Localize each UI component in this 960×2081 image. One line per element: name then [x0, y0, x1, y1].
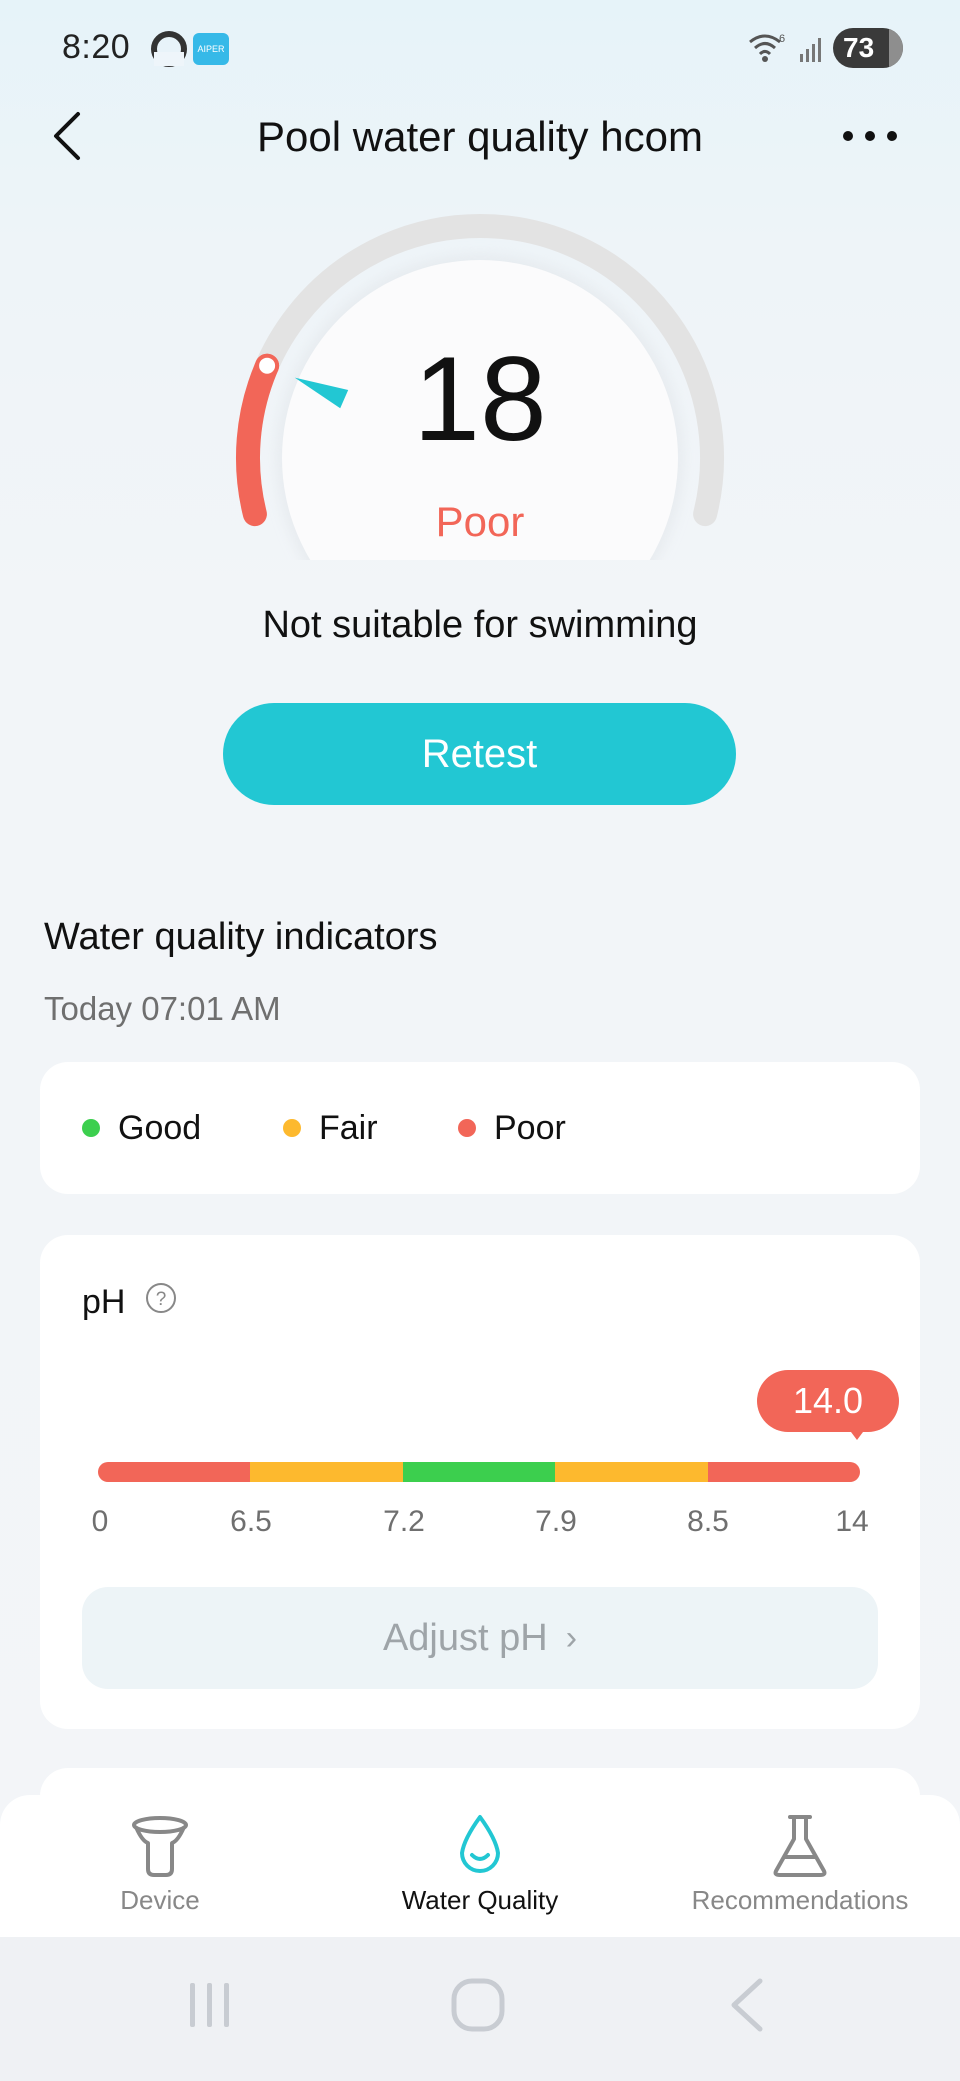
ph-label: pH	[82, 1283, 126, 1321]
ph-tick: 8.5	[687, 1505, 729, 1538]
tab-device-label: Device	[120, 1885, 200, 1915]
quality-message: Not suitable for swimming	[262, 604, 698, 646]
legend-dot-good	[82, 1119, 100, 1137]
quality-score: 18	[413, 332, 547, 466]
battery-icon: 73	[833, 28, 903, 68]
app-ring-icon	[151, 31, 187, 67]
wifi-6-icon: 6	[749, 33, 785, 62]
section-title: Water quality indicators	[44, 916, 438, 958]
quality-grade: Poor	[435, 498, 525, 545]
chevron-right-icon: ›	[565, 1618, 578, 1657]
skimmer-device-icon	[132, 1816, 188, 1877]
ph-segment-fair-low	[250, 1462, 403, 1482]
ph-tick: 7.2	[383, 1505, 425, 1538]
tab-recommendations-label: Recommendations	[691, 1885, 909, 1915]
status-time: 8:20	[62, 28, 131, 66]
ph-range-bar	[98, 1462, 860, 1482]
ph-segment-poor-high	[707, 1462, 860, 1482]
adjust-ph-label: Adjust pH	[382, 1616, 548, 1659]
tab-recommendations[interactable]: Recommendations	[640, 1795, 960, 1937]
legend-good: Good	[82, 1062, 201, 1194]
ph-segment-good	[402, 1462, 556, 1482]
legend-dot-poor	[458, 1119, 476, 1137]
water-drop-icon	[460, 1815, 500, 1873]
signal-bars-icon	[800, 38, 821, 62]
ph-tick: 7.9	[535, 1505, 577, 1538]
ph-tick: 6.5	[230, 1505, 272, 1538]
ph-tick: 14	[835, 1505, 869, 1538]
legend-poor: Poor	[458, 1062, 566, 1194]
system-navigation-bar	[0, 1937, 960, 2081]
status-bar: 8:20 AIPER 6 73	[0, 0, 960, 100]
test-timestamp: Today 07:01 AM	[44, 990, 281, 1027]
ph-tick-labels: 0 6.5 7.2 7.9 8.5 14	[40, 1505, 920, 1545]
legend-label-poor: Poor	[494, 1108, 566, 1147]
ph-tick: 0	[91, 1505, 109, 1538]
ph-segment-poor-low	[98, 1462, 251, 1482]
legend-label-fair: Fair	[319, 1108, 378, 1147]
tab-water-quality[interactable]: Water Quality	[320, 1795, 640, 1937]
tab-device[interactable]: Device	[0, 1795, 320, 1937]
ph-value-badge: 14.0	[757, 1370, 899, 1432]
home-icon[interactable]	[448, 1975, 508, 2035]
legend-label-good: Good	[118, 1108, 202, 1147]
legend-card: Good Fair Poor	[40, 1062, 920, 1194]
tab-water-quality-label: Water Quality	[401, 1885, 559, 1915]
more-dots-icon[interactable]	[840, 126, 900, 146]
help-question-icon[interactable]: ?	[144, 1281, 178, 1315]
page-title: Pool water quality hcom	[257, 113, 703, 160]
svg-text:?: ?	[156, 1289, 167, 1310]
battery-level: 73	[843, 32, 875, 63]
adjust-ph-button[interactable]: Adjust pH ›	[82, 1587, 878, 1689]
aiper-app-icon: AIPER	[193, 33, 229, 65]
svg-text:6: 6	[779, 33, 785, 45]
flask-icon	[773, 1815, 827, 1877]
ph-badge-tail	[848, 1428, 866, 1440]
back-icon[interactable]	[722, 1975, 772, 2035]
bottom-tab-bar: Device Water Quality Recommendations	[0, 1795, 960, 1937]
legend-fair: Fair	[283, 1062, 378, 1194]
legend-dot-fair	[283, 1119, 301, 1137]
recent-apps-icon[interactable]	[182, 1975, 238, 2035]
ph-card: pH ? 14.0 0 6.5 7.2 7.9 8.5 14 Adjust pH…	[40, 1235, 920, 1729]
retest-button[interactable]: Retest	[223, 703, 736, 805]
ph-segment-fair-high	[555, 1462, 708, 1482]
